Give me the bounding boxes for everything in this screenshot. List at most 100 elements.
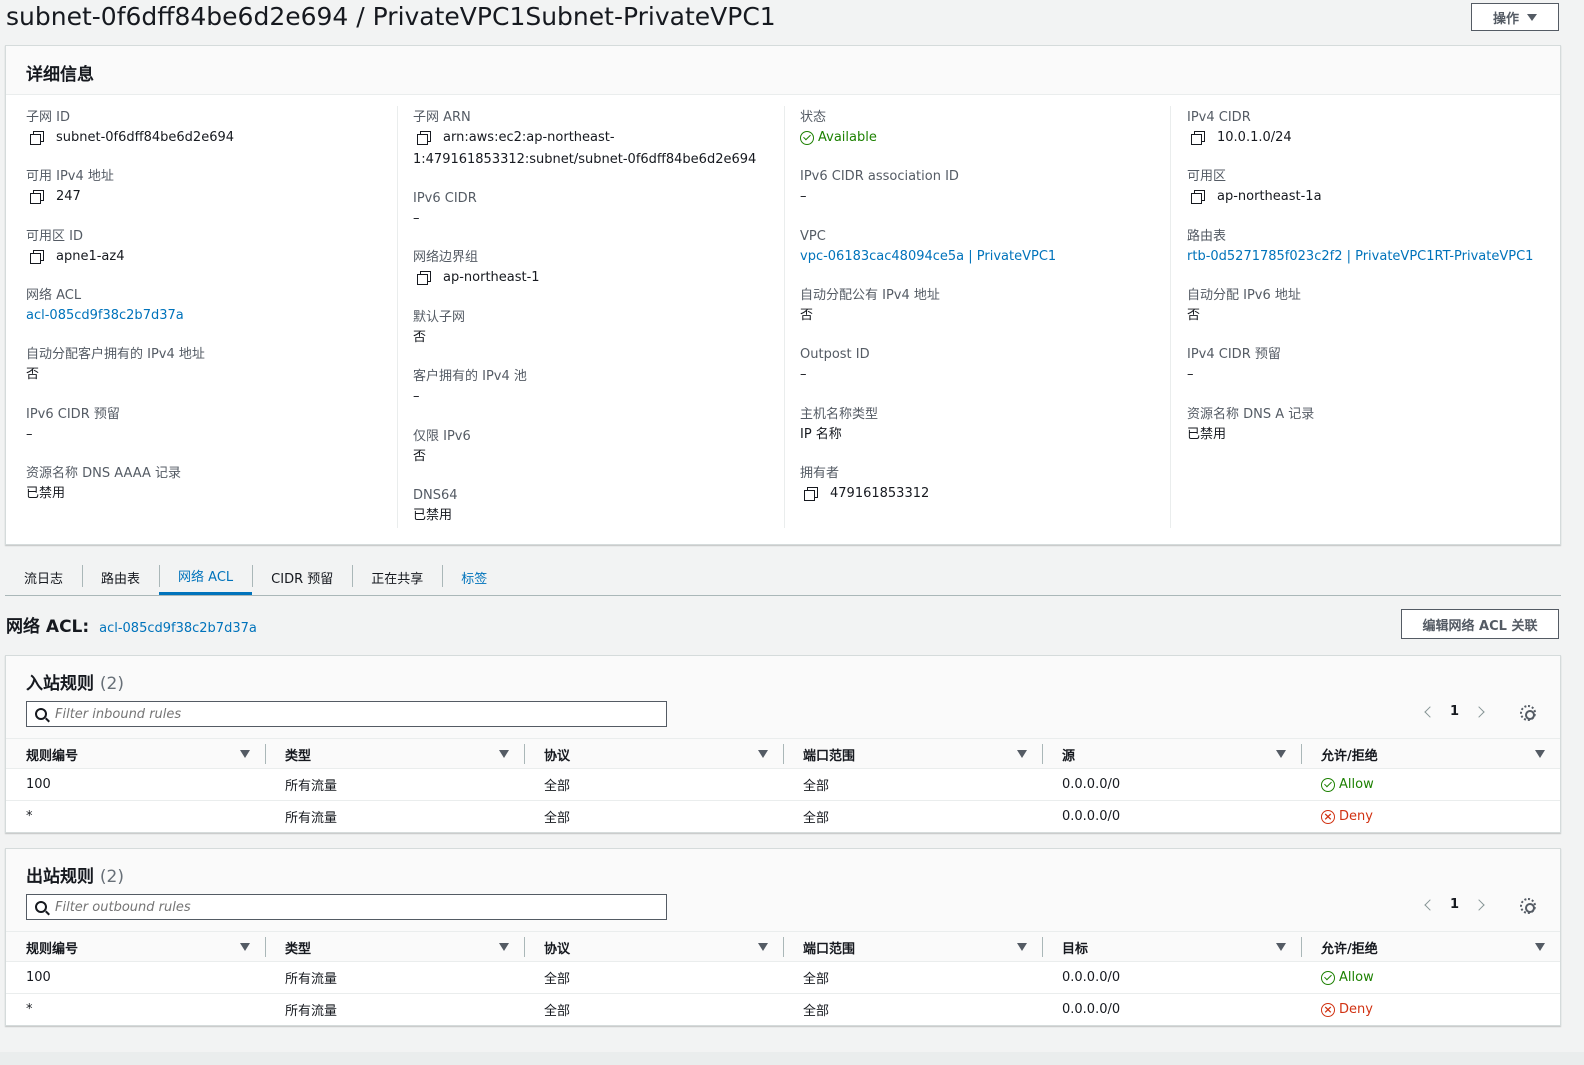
field-label: IPv6 CIDR association ID xyxy=(800,169,959,184)
sort-caret-icon[interactable] xyxy=(1276,943,1286,951)
rule-type: 所有流量 xyxy=(285,779,338,794)
subnet-id-value: subnet-0f6dff84be6d2e694 xyxy=(56,130,235,145)
vpc-link[interactable]: vpc-06183cac48094ce5a | PrivateVPC1 xyxy=(800,246,1056,268)
tab-flow-logs[interactable]: 流日志 xyxy=(5,559,82,595)
copy-icon[interactable] xyxy=(30,190,44,204)
auto-ipv6-field: 自动分配 IPv6 地址 否 xyxy=(1187,287,1301,327)
copy-icon[interactable] xyxy=(30,131,44,145)
copy-icon[interactable] xyxy=(804,487,818,501)
dns-aaaa-field: 资源名称 DNS AAAA 记录 已禁用 xyxy=(26,465,181,505)
details-panel: 详细信息 子网 ID subnet-0f6dff84be6d2e694 可用 I… xyxy=(5,45,1561,545)
sort-caret-icon[interactable] xyxy=(758,943,768,951)
ipv4-cidr-reservation-value: – xyxy=(1187,367,1194,382)
rule-port-range: 全部 xyxy=(803,1004,830,1019)
search-icon xyxy=(35,901,47,913)
settings-gear-icon[interactable] xyxy=(1520,705,1536,721)
rule-action: Allow xyxy=(1301,962,1560,993)
ipv4-cidr-field: IPv4 CIDR 10.0.1.0/24 xyxy=(1187,109,1292,149)
table-row: 100 所有流量 全部 全部 0.0.0.0/0 Allow xyxy=(6,962,1560,994)
chevron-left-icon[interactable] xyxy=(1424,898,1436,911)
network-acl-link[interactable]: acl-085cd9f38c2b7d37a xyxy=(26,305,184,327)
rule-port-range: 全部 xyxy=(803,972,830,987)
copy-icon[interactable] xyxy=(30,250,44,264)
rule-action: Allow xyxy=(1301,769,1560,800)
actions-button[interactable]: 操作 xyxy=(1471,3,1559,31)
column-label: 端口范围 xyxy=(803,941,856,957)
tab-sharing[interactable]: 正在共享 xyxy=(352,559,442,595)
rule-protocol: 全部 xyxy=(544,811,571,826)
acl-link[interactable]: acl-085cd9f38c2b7d37a xyxy=(99,621,257,636)
tab-tags[interactable]: 标签 xyxy=(442,559,506,595)
outbound-pagination: 1 xyxy=(1424,897,1485,912)
inbound-page-number[interactable]: 1 xyxy=(1450,704,1459,719)
copy-icon[interactable] xyxy=(1191,131,1205,145)
rule-action: × Deny xyxy=(1301,801,1560,832)
sort-caret-icon[interactable] xyxy=(1017,750,1027,758)
column-header[interactable]: 规则编号 xyxy=(6,932,265,962)
inbound-filter-input[interactable] xyxy=(55,706,635,722)
sort-caret-icon[interactable] xyxy=(1017,943,1027,951)
state-field: 状态 Available xyxy=(800,109,877,149)
sort-caret-icon[interactable] xyxy=(240,750,250,758)
detail-tabs: 流日志 路由表 网络 ACL CIDR 预留 正在共享 标签 xyxy=(5,560,1561,596)
sort-caret-icon[interactable] xyxy=(1535,750,1545,758)
route-table-link[interactable]: rtb-0d5271785f023c2f2 | PrivateVPC1RT-Pr… xyxy=(1187,246,1533,268)
sort-caret-icon[interactable] xyxy=(758,750,768,758)
field-label: 可用区 ID xyxy=(26,229,83,244)
hostname-type-field: 主机名称类型 IP 名称 xyxy=(800,406,878,446)
copy-icon[interactable] xyxy=(417,131,431,145)
column-header[interactable]: 规则编号 xyxy=(6,739,265,769)
outbound-page-number[interactable]: 1 xyxy=(1450,897,1459,912)
ipv6-only-value: 否 xyxy=(413,449,427,464)
field-label: 资源名称 DNS A 记录 xyxy=(1187,407,1315,422)
column-header[interactable]: 允许/拒绝 xyxy=(1301,932,1560,962)
sort-caret-icon[interactable] xyxy=(499,943,509,951)
dns64-value: 已禁用 xyxy=(413,508,453,523)
column-header[interactable]: 目标 xyxy=(1042,932,1301,962)
column-label: 端口范围 xyxy=(803,748,856,764)
outbound-title-label: 出站规则 xyxy=(26,867,94,887)
network-border-group-field: 网络边界组 ap-northeast-1 xyxy=(413,249,540,289)
availability-zone-value: ap-northeast-1a xyxy=(1217,189,1322,204)
subnet-id-field: 子网 ID subnet-0f6dff84be6d2e694 xyxy=(26,109,234,149)
column-header[interactable]: 协议 xyxy=(524,932,783,962)
copy-icon[interactable] xyxy=(417,271,431,285)
column-header[interactable]: 端口范围 xyxy=(783,932,1042,962)
outbound-filter-input[interactable] xyxy=(55,899,635,915)
chevron-right-icon[interactable] xyxy=(1473,898,1485,911)
chevron-left-icon[interactable] xyxy=(1424,705,1436,718)
tab-route-table[interactable]: 路由表 xyxy=(82,559,159,595)
column-header[interactable]: 协议 xyxy=(524,739,783,769)
outbound-filter[interactable] xyxy=(26,894,667,920)
column-header[interactable]: 允许/拒绝 xyxy=(1301,739,1560,769)
rule-action-label: Deny xyxy=(1339,809,1373,824)
column-divider xyxy=(1170,106,1171,528)
column-header[interactable]: 端口范围 xyxy=(783,739,1042,769)
rule-action: × Deny xyxy=(1301,994,1560,1025)
sort-caret-icon[interactable] xyxy=(1276,750,1286,758)
column-label: 允许/拒绝 xyxy=(1321,748,1378,764)
outbound-table-header: 规则编号 类型 协议 端口范围 目标 允许/拒绝 xyxy=(6,931,1560,962)
tab-network-acl[interactable]: 网络 ACL xyxy=(159,559,253,595)
vpc-field: VPC vpc-06183cac48094ce5a | PrivateVPC1 xyxy=(800,228,1056,268)
field-label: 网络边界组 xyxy=(413,250,479,265)
column-header[interactable]: 源 xyxy=(1042,739,1301,769)
edit-acl-association-button[interactable]: 编辑网络 ACL 关联 xyxy=(1401,609,1559,639)
table-row: 100 所有流量 全部 全部 0.0.0.0/0 Allow xyxy=(6,769,1560,801)
sort-caret-icon[interactable] xyxy=(1535,943,1545,951)
table-row: * 所有流量 全部 全部 0.0.0.0/0 × Deny xyxy=(6,801,1560,833)
dns-a-value: 已禁用 xyxy=(1187,427,1227,442)
field-label: 自动分配客户拥有的 IPv4 地址 xyxy=(26,347,205,362)
tab-cidr-reservations[interactable]: CIDR 预留 xyxy=(252,559,352,595)
sort-caret-icon[interactable] xyxy=(240,943,250,951)
dns-a-field: 资源名称 DNS A 记录 已禁用 xyxy=(1187,406,1314,446)
subnet-arn-value-cont: 1:479161853312:subnet/subnet-0f6dff84be6… xyxy=(413,152,757,167)
column-header[interactable]: 类型 xyxy=(265,932,524,962)
sort-caret-icon[interactable] xyxy=(499,750,509,758)
copy-icon[interactable] xyxy=(1191,190,1205,204)
field-label: IPv6 CIDR xyxy=(413,191,477,206)
inbound-filter[interactable] xyxy=(26,701,667,727)
chevron-right-icon[interactable] xyxy=(1473,705,1485,718)
settings-gear-icon[interactable] xyxy=(1520,898,1536,914)
column-header[interactable]: 类型 xyxy=(265,739,524,769)
